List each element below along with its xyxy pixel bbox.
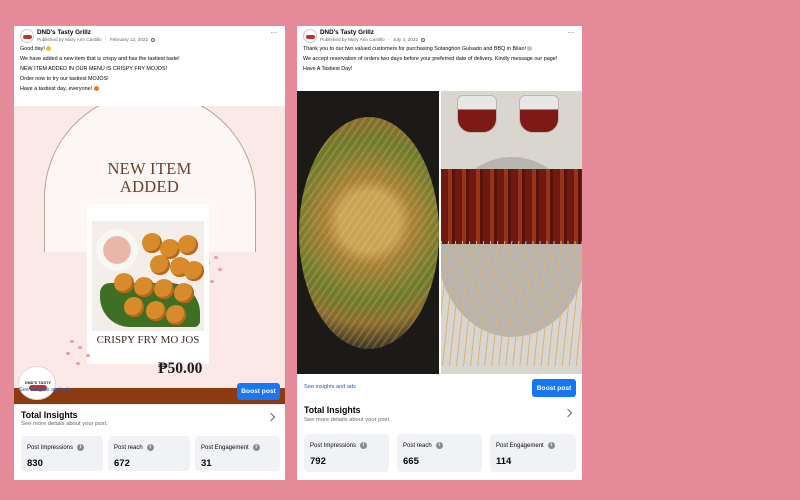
item-price: ₱50.00: [158, 360, 203, 377]
chevron-right-icon[interactable]: [266, 412, 276, 422]
info-icon[interactable]: i: [435, 442, 443, 449]
see-insights-link[interactable]: See insights and ads: [19, 387, 71, 393]
metric-post-engagement[interactable]: Post Engagement i 31: [195, 436, 280, 471]
metric-value: 792: [310, 456, 326, 467]
post-line: Good day!: [20, 46, 279, 53]
globe-icon: [151, 37, 156, 42]
info-icon[interactable]: i: [360, 442, 368, 449]
post-line: Have A Tastiest Day!: [303, 66, 353, 73]
metric-value: 672: [114, 458, 130, 469]
post-meta: Published by Mary Ann Castillo · July 3,…: [320, 37, 426, 42]
divider: [14, 404, 285, 405]
post-header: DND's Tasty Grillz Published by Mary Ann…: [14, 26, 285, 44]
bbq-skewers: [441, 169, 582, 244]
info-icon[interactable]: i: [547, 442, 555, 449]
total-insights-title[interactable]: Total Insights: [304, 405, 361, 415]
post-meta: Published by Mary Ann Castillo · Februar…: [37, 37, 156, 42]
metric-value: 114: [496, 456, 512, 467]
info-icon[interactable]: i: [146, 444, 154, 451]
mojos-photo: [92, 221, 204, 331]
emoji-icon: [527, 46, 533, 52]
metric-post-impressions[interactable]: Post Impressions i 792: [304, 434, 389, 472]
published-by[interactable]: Published by Mary Ann Castillo: [37, 37, 102, 42]
metric-post-reach[interactable]: Post reach i 665: [397, 434, 482, 472]
post-line: Order now to try our tastiest MOJOS!: [20, 76, 109, 83]
post-line: We accept reservation of orders two days…: [303, 56, 558, 63]
globe-icon: [421, 37, 426, 42]
post-line: Have a tastiest day, everyone!: [20, 86, 279, 93]
boost-post-button[interactable]: Boost post: [237, 383, 280, 400]
post-date[interactable]: July 3, 2022: [393, 37, 418, 42]
item-caption: CRISPY FRY MO JOS: [96, 334, 200, 346]
post-line: Thank you to our two valued customers fo…: [303, 46, 572, 53]
metric-value: 31: [201, 458, 212, 469]
info-icon[interactable]: i: [77, 444, 85, 451]
sauce-cup: [519, 95, 559, 133]
see-insights-link[interactable]: See insights and ads: [304, 384, 356, 390]
sauce-cup: [457, 95, 497, 133]
total-insights-title[interactable]: Total Insights: [21, 410, 78, 420]
info-icon[interactable]: i: [252, 444, 260, 451]
page-name[interactable]: DND's Tasty Grillz: [37, 29, 91, 36]
post-image-new-item[interactable]: NEW ITEM ADDED CRISPY FRY MO JOS ₱50.00 …: [14, 106, 285, 405]
chevron-right-icon[interactable]: [563, 408, 573, 418]
smile-emoji-icon: [46, 46, 52, 52]
more-options-icon[interactable]: ···: [271, 28, 278, 37]
sauce-cup: [96, 229, 138, 271]
total-insights-subtitle: See more details about your post.: [21, 421, 108, 427]
sotanghon-photo: [297, 91, 439, 374]
bbq-photo: [441, 91, 582, 374]
page-name[interactable]: DND's Tasty Grillz: [320, 29, 374, 36]
metric-post-reach[interactable]: Post reach i 672: [108, 436, 190, 471]
post-text: Thank you to our two valued customers fo…: [297, 44, 582, 73]
food-emoji-icon: [93, 86, 99, 92]
post-image-orders[interactable]: [297, 91, 582, 374]
metric-value: 665: [403, 456, 419, 467]
published-by[interactable]: Published by Mary Ann Castillo: [320, 37, 385, 42]
total-insights-subtitle: See more details about your post.: [304, 417, 391, 423]
metric-post-engagement[interactable]: Post Engagement i 114: [490, 434, 576, 472]
metric-post-impressions[interactable]: Post Impressions i 830: [21, 436, 103, 471]
post-line: We have added a new item that is crispy …: [20, 56, 180, 63]
post-card-mojos: DND's Tasty Grillz Published by Mary Ann…: [14, 26, 285, 480]
more-options-icon[interactable]: ···: [568, 28, 575, 37]
post-line: NEW ITEM ADDED IN OUR MENU IS CRISPY FRY…: [20, 66, 168, 73]
page-avatar[interactable]: [303, 29, 317, 43]
boost-post-button[interactable]: Boost post: [532, 379, 576, 397]
metric-value: 830: [27, 458, 43, 469]
image-title: NEW ITEM ADDED: [107, 159, 192, 196]
post-header: DND's Tasty Grillz Published by Mary Ann…: [297, 26, 582, 44]
post-text: Good day! We have added a new item that …: [14, 44, 285, 94]
post-date[interactable]: February 12, 2022: [110, 37, 148, 42]
post-card-sotanghon-bbq: DND's Tasty Grillz Published by Mary Ann…: [297, 26, 582, 480]
page-avatar[interactable]: [20, 29, 34, 43]
brand-logo: DND'S TASTY GRILLZ: [18, 366, 56, 400]
